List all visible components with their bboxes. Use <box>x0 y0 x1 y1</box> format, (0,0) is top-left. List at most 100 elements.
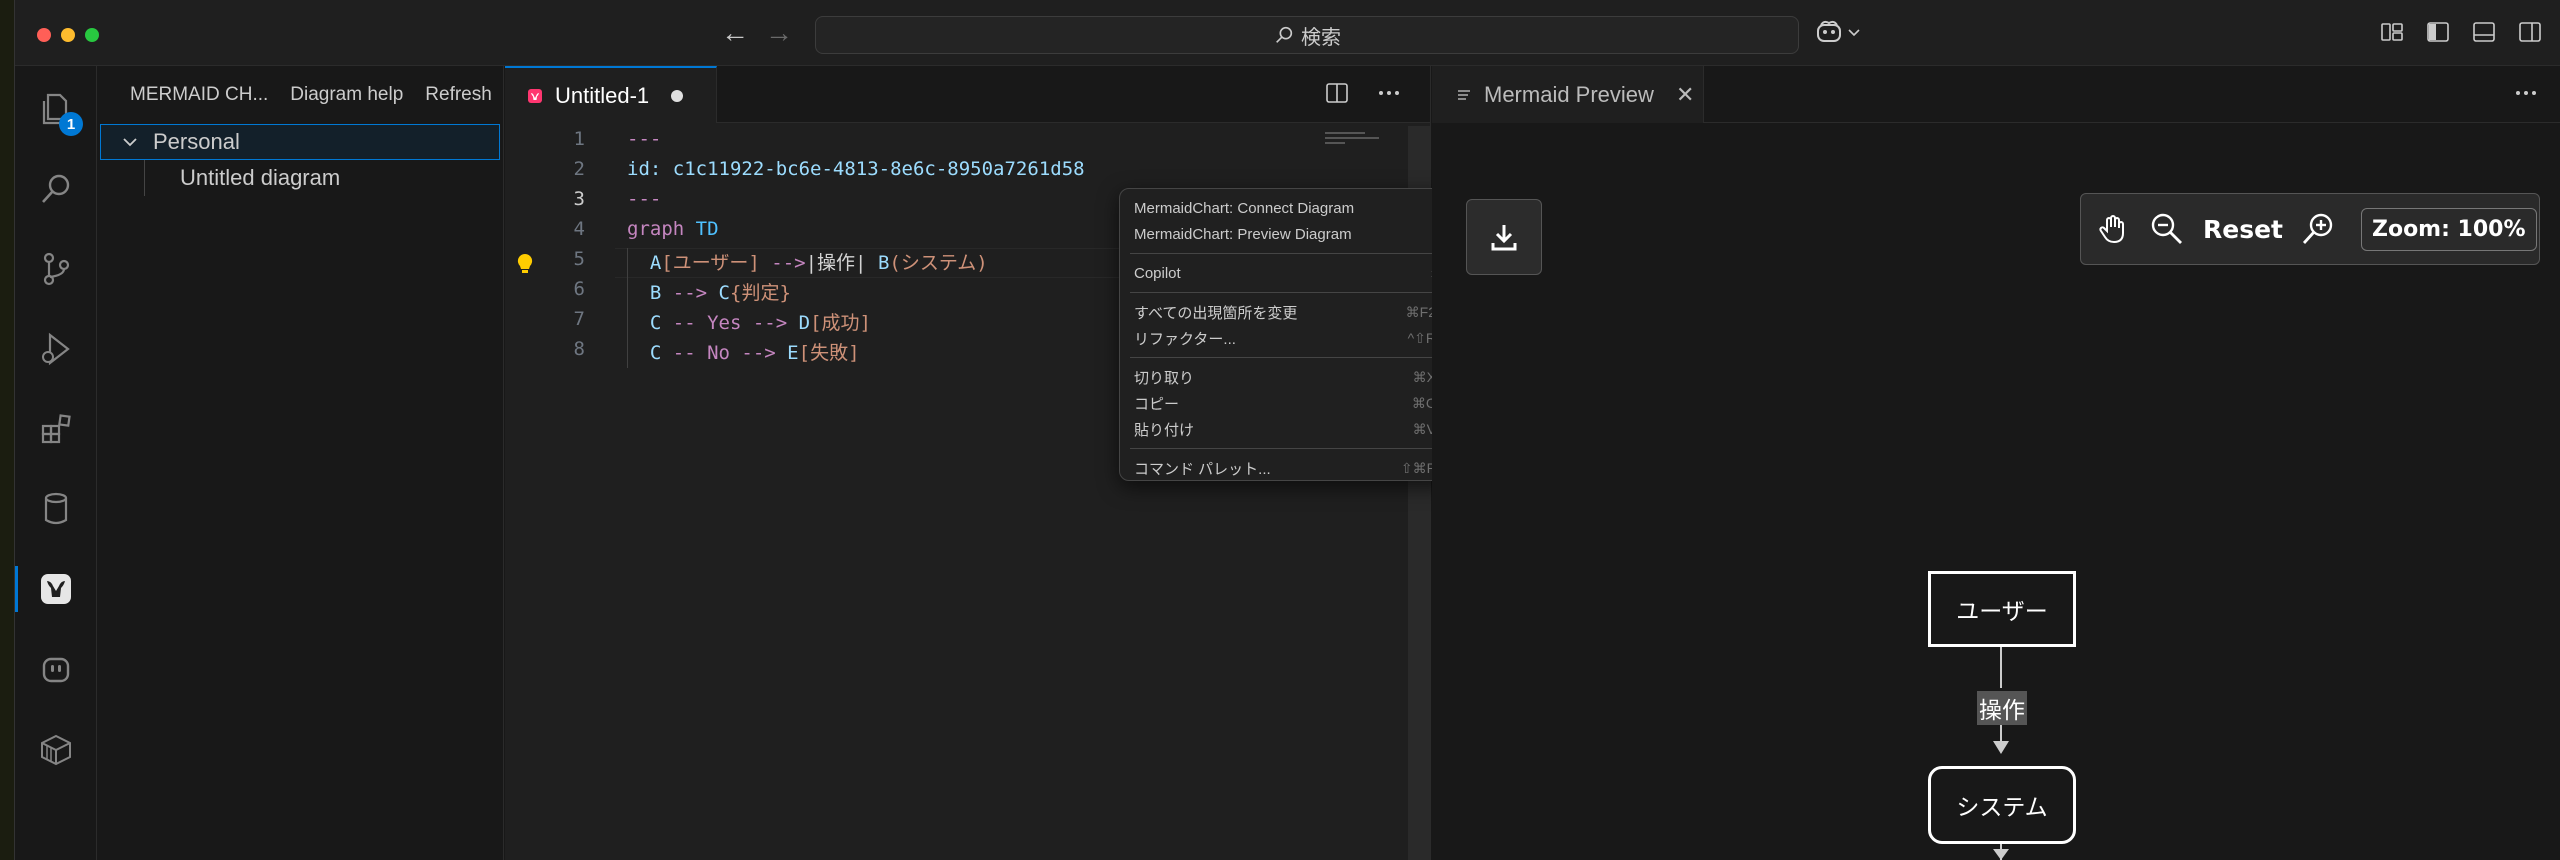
code-token: -- No --> <box>661 342 776 364</box>
menu-item-refactor[interactable]: リファクター... ^⇧R <box>1120 325 1450 351</box>
line-number: 1 <box>573 128 585 150</box>
menu-separator <box>1130 292 1440 293</box>
code-line-2[interactable]: id: c1c11922-bc6e-4813-8e6c-8950a7261d58 <box>627 158 1085 180</box>
code-token: id: <box>627 158 662 180</box>
menu-item-change-all[interactable]: すべての出現箇所を変更 ⌘F2 <box>1120 299 1450 325</box>
tree-item-personal[interactable]: Personal <box>100 124 500 160</box>
menu-item-command-palette[interactable]: コマンド パレット... ⇧⌘P <box>1120 455 1450 481</box>
back-arrow-icon[interactable]: ← <box>721 18 749 48</box>
menu-item-paste[interactable]: 貼り付け ⌘V <box>1120 416 1450 442</box>
search-icon <box>1276 26 1293 43</box>
chevron-down-icon <box>123 138 137 147</box>
code-token: c1c11922-bc6e-4813-8e6c-8950a7261d58 <box>661 158 1085 180</box>
code-token: [ユーザー] <box>661 252 760 274</box>
copilot-icon <box>1817 20 1841 42</box>
tab-mermaid-preview[interactable]: Mermaid Preview ✕ <box>1432 66 1704 123</box>
diagram-node-system[interactable]: システム <box>1928 766 2076 844</box>
code-line-3[interactable]: --- <box>627 188 661 210</box>
diagram-canvas[interactable]: Reset Zoom: 100% ユーザー 操作 システム <box>1432 123 2560 860</box>
code-line-7[interactable]: C -- Yes --> D[成功] <box>627 308 871 335</box>
menu-item-label: MermaidChart: Connect Diagram <box>1134 199 1355 217</box>
code-line-5[interactable]: A[ユーザー] -->|操作| B(システム) <box>627 248 988 275</box>
line-number: 2 <box>573 158 585 180</box>
customize-layout-icon[interactable] <box>2380 20 2404 44</box>
menu-separator <box>1130 357 1440 358</box>
preview-more-actions[interactable] <box>2513 80 2539 111</box>
menu-item-preview-diagram[interactable]: MermaidChart: Preview Diagram <box>1120 221 1450 247</box>
activity-explorer[interactable]: 1 <box>15 78 97 140</box>
menu-item-connect-diagram[interactable]: MermaidChart: Connect Diagram <box>1120 195 1450 221</box>
window-close-button[interactable] <box>37 28 51 42</box>
menu-item-label: リファクター... <box>1134 330 1236 348</box>
code-token: E <box>775 342 799 364</box>
line-number: 6 <box>573 278 585 300</box>
tree-item-untitled-diagram[interactable]: Untitled diagram <box>100 160 500 196</box>
toggle-primary-sidebar-icon[interactable] <box>2426 20 2450 44</box>
activity-containers[interactable] <box>15 718 97 780</box>
activity-mermaid-chart[interactable] <box>15 558 97 620</box>
refresh-link[interactable]: Refresh <box>425 84 492 106</box>
split-editor-icon[interactable] <box>1324 80 1350 106</box>
window-maximize-button[interactable] <box>85 28 99 42</box>
code-token: -- Yes --> <box>661 312 788 334</box>
code-token: B <box>649 282 662 304</box>
activity-extensions[interactable] <box>15 398 97 460</box>
diagram-edge-label: 操作 <box>1977 691 2027 725</box>
code-token: D <box>787 312 811 334</box>
toggle-panel-icon[interactable] <box>2472 20 2496 44</box>
activity-copilot-agent[interactable] <box>15 638 97 700</box>
close-icon[interactable]: ✕ <box>1676 82 1694 108</box>
copilot-menu-button[interactable] <box>1815 18 1861 46</box>
tree-indent-guide <box>144 160 145 196</box>
code-token: TD <box>684 218 719 240</box>
preview-icon <box>1458 89 1470 100</box>
activity-search[interactable] <box>15 158 97 220</box>
source-control-icon <box>43 252 70 286</box>
code-token: {判定} <box>730 282 791 304</box>
code-line-4[interactable]: graph TD <box>627 218 719 240</box>
menu-item-label: 貼り付け <box>1134 421 1195 439</box>
command-center-search[interactable]: 検索 <box>815 16 1799 54</box>
line-number: 4 <box>573 218 585 240</box>
menu-item-label: MermaidChart: Preview Diagram <box>1134 225 1352 243</box>
mermaid-chart-icon <box>41 574 71 604</box>
code-token: C <box>649 342 662 364</box>
code-line-8[interactable]: C -- No --> E[失敗] <box>627 338 860 365</box>
code-token: A <box>649 252 662 274</box>
minimap[interactable] <box>1325 128 1385 168</box>
menu-item-label: コピー <box>1134 395 1180 413</box>
containers-icon <box>41 734 71 766</box>
sidebar-header: MERMAID CH... Diagram help Refresh <box>98 66 503 124</box>
editor-tab-bar: Untitled-1 <box>505 66 1430 123</box>
mermaid-file-icon <box>528 88 542 103</box>
toggle-secondary-sidebar-icon[interactable] <box>2518 20 2542 44</box>
tab-label: Untitled-1 <box>555 82 650 108</box>
vscode-window: ← → 検索 1 MERMAID CH... Diagram help Refr… <box>14 0 2560 860</box>
forward-arrow-icon[interactable]: → <box>765 18 793 48</box>
more-actions-icon[interactable] <box>1376 80 1402 106</box>
code-line-1[interactable]: --- <box>627 128 661 150</box>
diagram-node-user[interactable]: ユーザー <box>1928 571 2076 647</box>
menu-separator <box>1130 448 1440 449</box>
tab-untitled-1[interactable]: Untitled-1 <box>505 66 717 123</box>
layout-controls <box>2380 20 2542 44</box>
mermaid-sidebar: MERMAID CH... Diagram help Refresh Perso… <box>98 66 504 860</box>
menu-item-cut[interactable]: 切り取り ⌘X <box>1120 364 1450 390</box>
search-icon <box>42 174 70 203</box>
search-text: 検索 <box>1301 26 1341 49</box>
code-line-6[interactable]: B --> C{判定} <box>627 278 791 305</box>
code-token: --> <box>661 282 708 304</box>
extensions-icon <box>41 414 71 444</box>
window-minimize-button[interactable] <box>61 28 75 42</box>
activity-source-control[interactable] <box>15 238 97 300</box>
unsaved-dot-icon[interactable] <box>671 89 684 102</box>
menu-shortcut: ⇧⌘P <box>1400 459 1436 476</box>
diagram-help-link[interactable]: Diagram help <box>290 84 403 106</box>
activity-bar: 1 <box>15 66 97 860</box>
diagram-arrowhead <box>1993 849 2009 860</box>
indent-guide <box>627 248 628 368</box>
activity-run-debug[interactable] <box>15 318 97 380</box>
activity-database[interactable] <box>15 478 97 540</box>
menu-item-copilot[interactable]: Copilot› <box>1120 260 1450 286</box>
menu-item-copy[interactable]: コピー ⌘C <box>1120 390 1450 416</box>
